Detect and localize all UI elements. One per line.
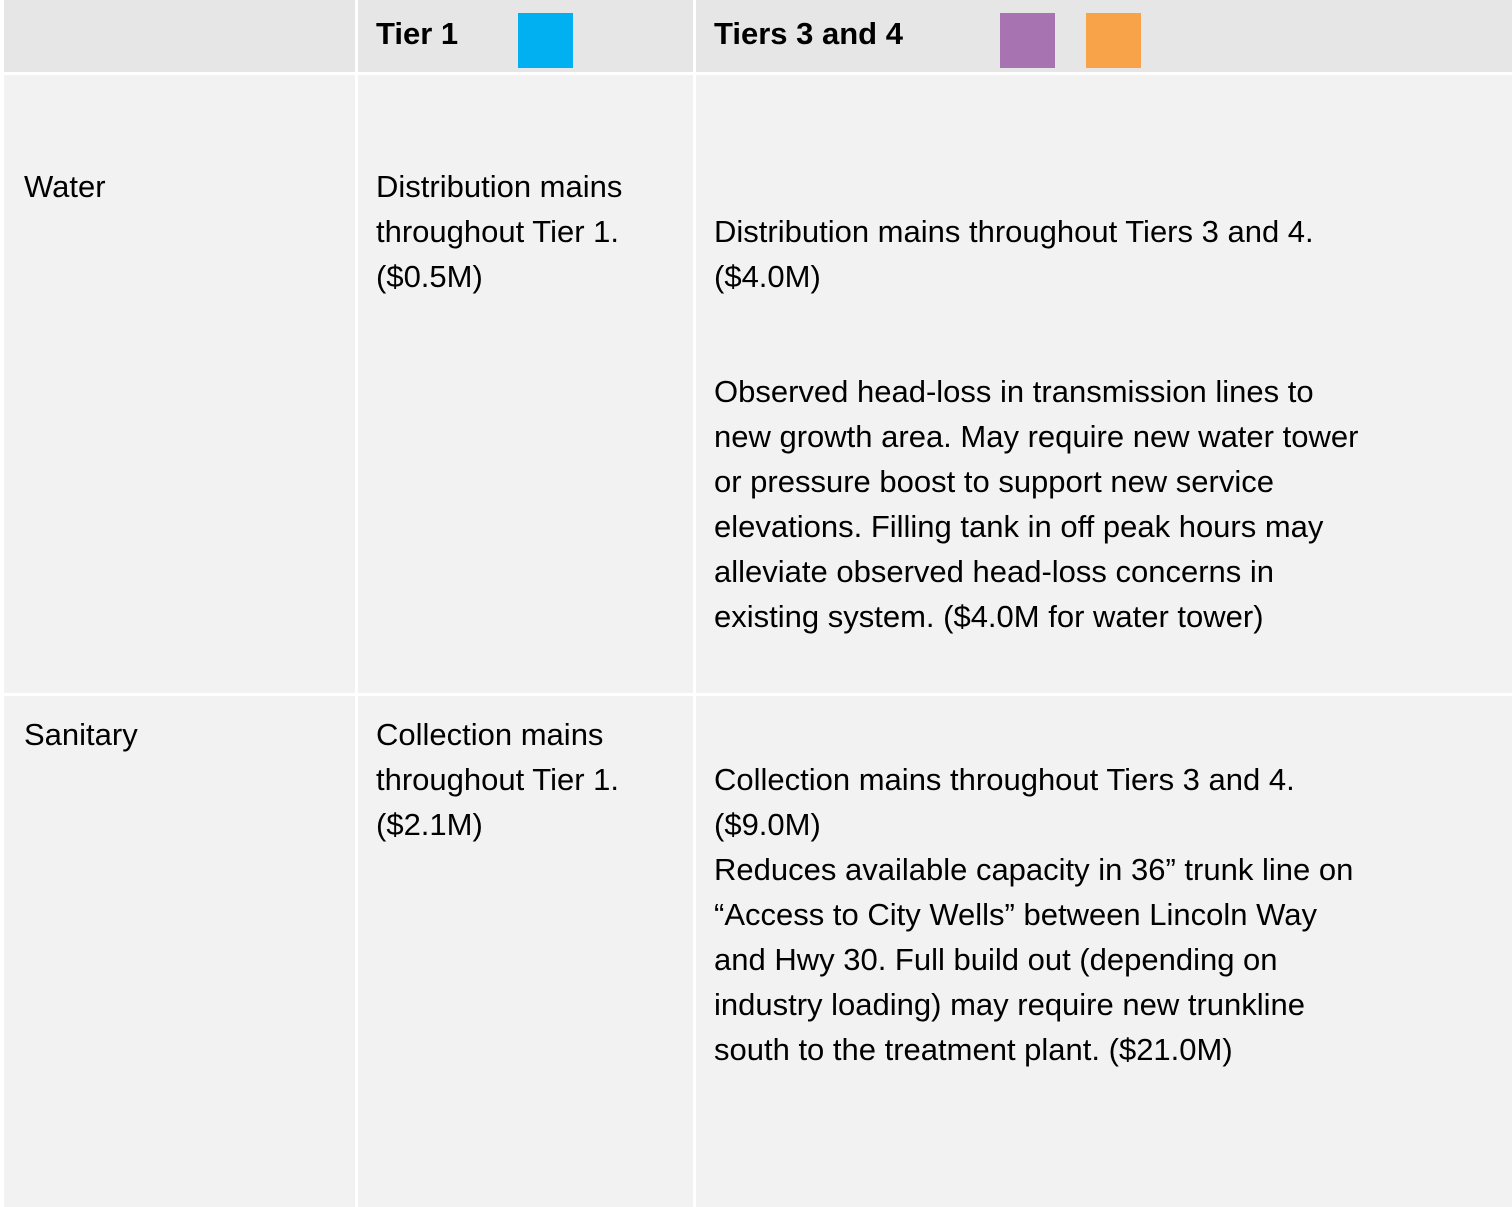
water-tiers34-text-1: Distribution mains throughout Tiers 3 an… [714, 214, 1314, 294]
sanitary-tiers34-text-1: Collection mains throughout Tiers 3 and … [714, 762, 1354, 1067]
tier1-color-swatch [518, 13, 573, 68]
header-blank-cell [4, 0, 355, 72]
row-label-water: Water [24, 169, 106, 204]
water-tiers34-content: Distribution mains throughout Tiers 3 an… [714, 164, 1358, 684]
sanitary-tiers34-content: Collection mains throughout Tiers 3 and … [714, 712, 1353, 1117]
sanitary-tier1-cell: Collection mains throughout Tier 1. ($2.… [358, 696, 693, 1207]
header-tier1-cell: Tier 1 [358, 0, 693, 72]
header-tiers34-cell: Tiers 3 and 4 [696, 0, 1512, 72]
row-label-sanitary: Sanitary [24, 717, 138, 752]
water-tiers34-cell: Distribution mains throughout Tiers 3 an… [696, 75, 1512, 693]
tier3-color-swatch [1000, 13, 1055, 68]
row-label-cell: Sanitary [4, 696, 355, 1207]
infrastructure-table: Tier 1 Tiers 3 and 4 Water Distribution … [4, 0, 1512, 1207]
sanitary-tiers34-cell: Collection mains throughout Tiers 3 and … [696, 696, 1512, 1207]
header-tier1-label: Tier 1 [376, 16, 459, 51]
water-tier1-cell: Distribution mains throughout Tier 1. ($… [358, 75, 693, 693]
sanitary-tier1-text: Collection mains throughout Tier 1. ($2.… [376, 717, 619, 842]
tier4-color-swatch [1086, 13, 1141, 68]
water-tiers34-text-2: Observed head-loss in transmission lines… [714, 374, 1359, 634]
header-tiers34-label: Tiers 3 and 4 [714, 16, 903, 51]
row-label-cell: Water [4, 75, 355, 693]
water-tier1-text: Distribution mains throughout Tier 1. ($… [376, 169, 623, 294]
